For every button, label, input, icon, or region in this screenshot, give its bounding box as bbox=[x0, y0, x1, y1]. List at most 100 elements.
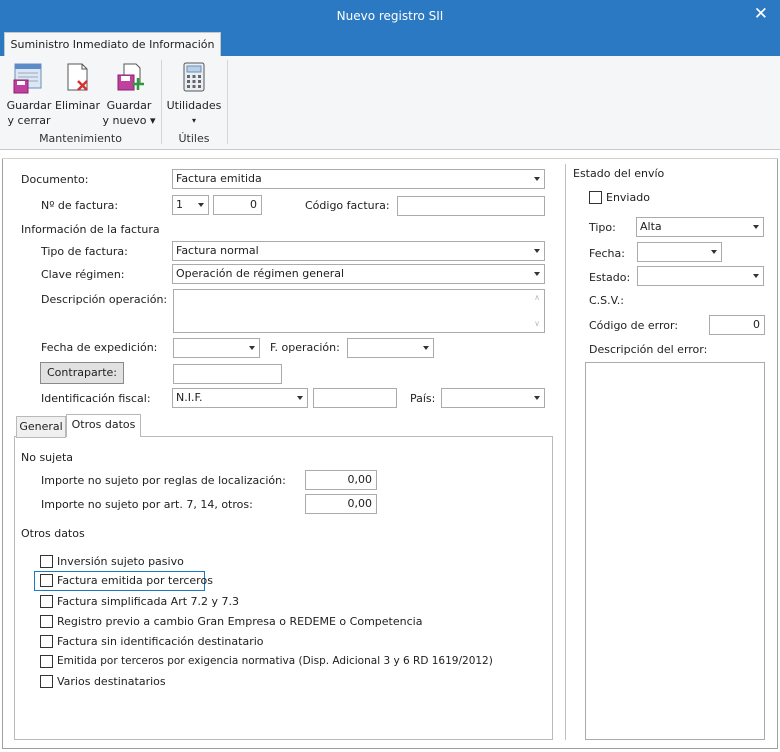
chevron-down-icon bbox=[297, 396, 303, 400]
checkbox-enviado[interactable] bbox=[589, 191, 602, 204]
utilities-button[interactable]: Utilidades ▾ bbox=[166, 60, 222, 128]
fecha-expedicion-picker[interactable] bbox=[173, 338, 260, 358]
documento-select[interactable]: Factura emitida bbox=[172, 169, 545, 189]
window-title: Nuevo registro SII bbox=[336, 9, 444, 23]
ribbon: Guardar y cerrar Eliminar Guardar y nuev… bbox=[0, 56, 780, 150]
save-close-button[interactable]: Guardar y cerrar bbox=[6, 60, 52, 128]
enviado-row[interactable]: Enviado bbox=[589, 190, 709, 206]
num-factura-input[interactable]: 0 bbox=[213, 195, 262, 215]
serie-select[interactable]: 1 bbox=[172, 195, 209, 215]
checkbox-sin-identificacion[interactable] bbox=[40, 635, 53, 648]
checkbox-emitida-terceros[interactable] bbox=[40, 574, 53, 587]
frame-top bbox=[2, 158, 778, 159]
checkbox-row[interactable]: Varios destinatarios bbox=[40, 674, 440, 690]
estado-select[interactable] bbox=[637, 266, 764, 286]
fecha-expedicion-label: Fecha de expedición: bbox=[41, 341, 158, 354]
checkbox-label: Emitida por terceros por exigencia norma… bbox=[57, 655, 493, 667]
importe-art-input[interactable]: 0,00 bbox=[305, 494, 377, 514]
checkbox-label: Inversión sujeto pasivo bbox=[57, 555, 184, 568]
delete-icon bbox=[67, 63, 88, 91]
estado-envio-title: Estado del envío bbox=[573, 167, 665, 180]
clave-regimen-select[interactable]: Operación de régimen general bbox=[172, 264, 545, 284]
title-bar: Nuevo registro SII ✕ bbox=[0, 0, 780, 32]
tipo-factura-value: Factura normal bbox=[176, 244, 259, 257]
scroll-up-icon[interactable]: ∧ bbox=[530, 291, 544, 305]
fecha-label: Fecha: bbox=[589, 247, 625, 260]
importe-localizacion-input[interactable]: 0,00 bbox=[305, 470, 377, 490]
info-section-title: Información de la factura bbox=[21, 223, 160, 236]
enviado-label: Enviado bbox=[606, 191, 650, 204]
descripcion-textarea[interactable] bbox=[173, 289, 545, 333]
descripcion-error-label: Descripción del error: bbox=[589, 343, 708, 356]
identificacion-type-value: N.I.F. bbox=[176, 391, 203, 404]
save-new-label-1: Guardar bbox=[106, 99, 152, 112]
save-new-label-2: y nuevo ▾ bbox=[102, 114, 156, 127]
ribbon-tab-sii[interactable]: Suministro Inmediato de Información bbox=[4, 32, 221, 56]
documento-label: Documento: bbox=[21, 173, 89, 186]
checkbox-exigencia-normativa[interactable] bbox=[40, 655, 53, 668]
checkbox-row[interactable]: Factura sin identificación destinatario bbox=[40, 634, 440, 650]
codigo-factura-input[interactable] bbox=[397, 196, 545, 216]
descripcion-label: Descripción operación: bbox=[41, 293, 168, 306]
calculator-icon bbox=[183, 62, 205, 92]
vertical-divider bbox=[565, 164, 566, 740]
pais-select[interactable] bbox=[441, 388, 545, 408]
documento-value: Factura emitida bbox=[176, 172, 262, 185]
otros-datos-title: Otros datos bbox=[21, 527, 85, 540]
checkbox-row[interactable]: Emitida por terceros por exigencia norma… bbox=[40, 654, 540, 670]
chevron-down-icon bbox=[534, 396, 540, 400]
checkbox-row[interactable]: Registro previo a cambio Gran Empresa o … bbox=[40, 614, 520, 630]
utilities-dropdown-arrow: ▾ bbox=[191, 116, 196, 125]
identificacion-type-select[interactable]: N.I.F. bbox=[172, 388, 308, 408]
group-label-maintenance: Mantenimiento bbox=[39, 132, 122, 145]
tipo-select[interactable]: Alta bbox=[636, 217, 764, 237]
save-close-icon bbox=[13, 63, 42, 94]
delete-button[interactable]: Eliminar bbox=[55, 60, 101, 113]
checkbox-row[interactable]: Factura simplificada Art 7.2 y 7.3 bbox=[40, 594, 440, 610]
chevron-down-icon bbox=[423, 346, 429, 350]
group-label-useful: Útiles bbox=[178, 132, 210, 145]
clave-regimen-label: Clave régimen: bbox=[41, 268, 125, 281]
checkbox-simplificada[interactable] bbox=[40, 595, 53, 608]
checkbox-inversion[interactable] bbox=[40, 555, 53, 568]
tab-otros-datos[interactable]: Otros datos bbox=[66, 414, 141, 437]
checkbox-label: Factura emitida por terceros bbox=[57, 574, 213, 587]
chevron-down-icon bbox=[534, 177, 540, 181]
tab-panel-top bbox=[141, 436, 553, 437]
fecha-picker[interactable] bbox=[637, 242, 722, 262]
contraparte-input[interactable] bbox=[173, 364, 282, 384]
contraparte-button[interactable]: Contraparte: bbox=[40, 362, 124, 384]
identificacion-label: Identificación fiscal: bbox=[41, 392, 151, 405]
delete-label: Eliminar bbox=[55, 99, 101, 112]
codigo-factura-label: Código factura: bbox=[305, 199, 390, 212]
tipo-value: Alta bbox=[640, 220, 662, 233]
checkbox-label: Factura simplificada Art 7.2 y 7.3 bbox=[57, 595, 240, 608]
tipo-factura-label: Tipo de factura: bbox=[41, 245, 128, 258]
utilities-label: Utilidades bbox=[166, 99, 222, 112]
checkbox-varios-destinatarios[interactable] bbox=[40, 675, 53, 688]
ribbon-tab-strip: Suministro Inmediato de Información bbox=[0, 32, 780, 56]
codigo-error-input[interactable]: 0 bbox=[709, 315, 765, 335]
frame-bottom bbox=[2, 748, 778, 749]
save-close-label-2: y cerrar bbox=[7, 114, 51, 127]
save-new-button[interactable]: Guardar y nuevo ▾ bbox=[102, 60, 156, 128]
checkbox-row[interactable]: Inversión sujeto pasivo bbox=[40, 554, 440, 570]
descripcion-error-textarea[interactable] bbox=[585, 362, 765, 740]
checkbox-registro-previo[interactable] bbox=[40, 615, 53, 628]
f-operacion-picker[interactable] bbox=[347, 338, 434, 358]
frame-right bbox=[777, 158, 778, 748]
tipo-factura-select[interactable]: Factura normal bbox=[172, 241, 545, 261]
chevron-down-icon bbox=[711, 250, 717, 254]
serie-value: 1 bbox=[176, 198, 183, 211]
tab-general[interactable]: General bbox=[16, 416, 66, 438]
close-icon[interactable]: ✕ bbox=[754, 5, 768, 23]
textarea-scrollbar[interactable]: ∧ ∨ bbox=[530, 291, 544, 331]
frame-left bbox=[2, 158, 3, 748]
chevron-down-icon bbox=[534, 272, 540, 276]
checkbox-label: Factura sin identificación destinatario bbox=[57, 635, 264, 648]
identificacion-input[interactable] bbox=[313, 388, 397, 408]
save-new-icon bbox=[117, 63, 144, 91]
checkbox-label: Varios destinatarios bbox=[57, 675, 166, 688]
scroll-down-icon[interactable]: ∨ bbox=[530, 317, 544, 331]
checkbox-row[interactable]: Factura emitida por terceros bbox=[40, 574, 440, 590]
